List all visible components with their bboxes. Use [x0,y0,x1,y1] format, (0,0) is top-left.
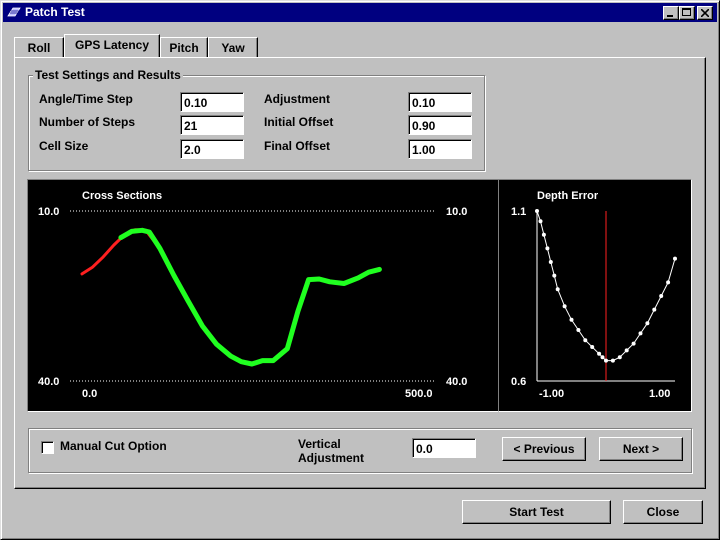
x-max-label: 1.00 [649,388,670,400]
cross-section-series-2 [118,227,382,367]
initial-offset-label: Initial Offset [264,115,334,129]
maximize-button[interactable] [679,6,695,20]
depth-error-point [538,219,543,224]
depth-error-point [624,348,629,353]
depth-error-point [576,328,581,332]
depth-error-point [562,304,567,309]
angle-time-step-label: Angle/Time Step [39,92,133,106]
manual-cut-checkbox[interactable] [41,441,54,454]
tab-yaw-label: Yaw [221,41,245,55]
depth-error-point [583,338,588,343]
cross-sections-chart: Cross Sections 10.0 10.0 40.0 40.0 0.0 500.0 [38,190,467,400]
number-of-steps-field[interactable]: 21 [180,115,244,135]
tab-roll[interactable]: Roll [14,37,64,57]
depth-error-chart: Depth Error 1.1 0.6 -1.00 1.00 [511,190,677,400]
window-title: Patch Test [25,5,85,19]
close-icon [701,9,709,17]
final-offset-field: 1.00 [408,139,472,159]
y-top-right-label: 10.0 [446,206,467,218]
depth-error-point [600,355,605,360]
initial-offset-field: 0.90 [408,115,472,135]
y-bottom-left-label: 40.0 [38,376,59,388]
depth-error-point [597,351,602,356]
depth-error-point [617,355,622,360]
depth-error-point [548,260,553,264]
adjustment-field[interactable]: 0.10 [408,92,472,112]
depth-error-point [645,321,650,326]
maximize-icon [682,8,691,16]
test-settings-title: Test Settings and Results [33,68,183,82]
angle-time-step-field[interactable]: 0.10 [180,92,244,112]
gps-latency-panel: Test Settings and Results Angle/Time Ste… [14,57,706,489]
y-min-label: 0.6 [511,376,526,388]
vertical-adjustment-label-2: Adjustment [298,451,364,465]
tab-yaw[interactable]: Yaw [208,37,258,57]
depth-error-point [541,232,546,237]
cell-size-field[interactable]: 2.0 [180,139,244,159]
tab-gps-latency-label: GPS Latency [74,38,150,52]
x-right-label: 500.0 [405,388,433,400]
final-offset-label: Final Offset [264,139,331,153]
patch-test-window: Patch Test Roll GPS Latency Pitch Yaw Te… [0,0,720,540]
cross-section-series-1 [80,228,381,366]
start-test-button[interactable]: Start Test [462,500,611,524]
depth-error-point [569,317,574,322]
minimize-icon [667,15,673,17]
depth-error-title: Depth Error [537,190,599,202]
depth-error-point [631,341,636,346]
depth-error-point [555,287,560,292]
depth-error-point [604,358,608,363]
cross-sections-plot: Cross Sections 10.0 10.0 40.0 40.0 0.0 500.0 [27,179,499,412]
tab-pitch-label: Pitch [169,41,199,55]
y-top-left-label: 10.0 [38,206,59,218]
depth-error-plot: Depth Error 1.1 0.6 -1.00 1.00 [498,179,692,412]
vertical-adjustment-label-1: Vertical [298,437,341,451]
y-bottom-right-label: 40.0 [446,376,467,388]
x-left-label: 0.0 [82,388,97,400]
vertical-adjustment-field[interactable]: 0.0 [412,438,476,458]
number-of-steps-label: Number of Steps [39,115,136,129]
cross-sections-title: Cross Sections [82,190,162,202]
depth-error-point [673,256,677,261]
close-button[interactable]: Close [623,500,703,524]
tab-roll-label: Roll [27,41,51,55]
minimize-button[interactable] [663,6,679,20]
depth-error-point [659,294,664,298]
app-icon [7,5,21,19]
depth-error-point [610,358,615,363]
y-max-label: 1.1 [511,206,526,218]
previous-button[interactable]: < Previous [502,437,586,461]
tab-pitch[interactable]: Pitch [160,37,208,57]
tab-gps-latency[interactable]: GPS Latency [64,34,160,57]
depth-error-point [638,331,643,336]
close-window-button[interactable] [697,6,713,20]
title-bar: Patch Test [3,3,717,22]
depth-error-point [666,280,671,285]
depth-error-point [652,307,657,312]
next-button[interactable]: Next > [599,437,683,461]
depth-error-point [535,209,539,213]
depth-error-point [545,246,550,251]
cell-size-label: Cell Size [39,139,89,153]
depth-error-point [552,273,557,278]
adjustment-label: Adjustment [264,92,330,106]
manual-cut-label: Manual Cut Option [60,439,167,453]
x-min-label: -1.00 [539,388,564,400]
depth-error-point [590,345,595,349]
